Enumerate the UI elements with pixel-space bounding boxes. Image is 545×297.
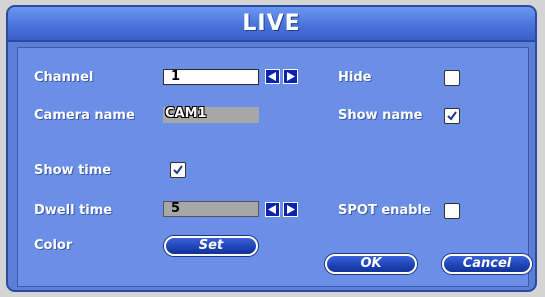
color-label: Color [34,238,73,253]
dwell-time-field[interactable]: 5 [163,201,259,217]
channel-next-button[interactable] [283,69,298,84]
hide-checkbox[interactable] [444,70,460,86]
channel-label: Channel [34,70,94,85]
dwell-time-prev-button[interactable] [265,202,280,217]
camera-name-field[interactable]: CAM1 [163,107,259,123]
dwell-time-label: Dwell time [34,203,113,218]
spot-enable-label: SPOT enable [338,203,431,218]
check-icon [447,111,457,121]
channel-prev-button[interactable] [265,69,280,84]
color-set-button[interactable]: Set [164,236,258,256]
show-time-checkbox[interactable] [170,162,186,178]
show-name-label: Show name [338,108,423,123]
show-name-checkbox[interactable] [444,108,460,124]
triangle-right-icon [287,72,295,81]
hide-label: Hide [338,70,372,85]
triangle-left-icon [268,205,276,214]
triangle-right-icon [287,205,295,214]
cancel-button[interactable]: Cancel [442,254,532,274]
title-bar: LIVE [8,7,535,42]
live-dialog: LIVE Channel 1 Hide Camera name CAM1 Sho… [6,5,537,292]
ok-button[interactable]: OK [325,254,417,274]
settings-panel: Channel 1 Hide Camera name CAM1 Show nam… [17,47,532,287]
dwell-time-next-button[interactable] [283,202,298,217]
check-icon [173,165,183,175]
channel-field[interactable]: 1 [163,69,259,85]
show-time-label: Show time [34,163,112,178]
triangle-left-icon [268,72,276,81]
camera-name-label: Camera name [34,108,135,123]
dialog-title: LIVE [242,11,301,36]
spot-enable-checkbox[interactable] [444,203,460,219]
